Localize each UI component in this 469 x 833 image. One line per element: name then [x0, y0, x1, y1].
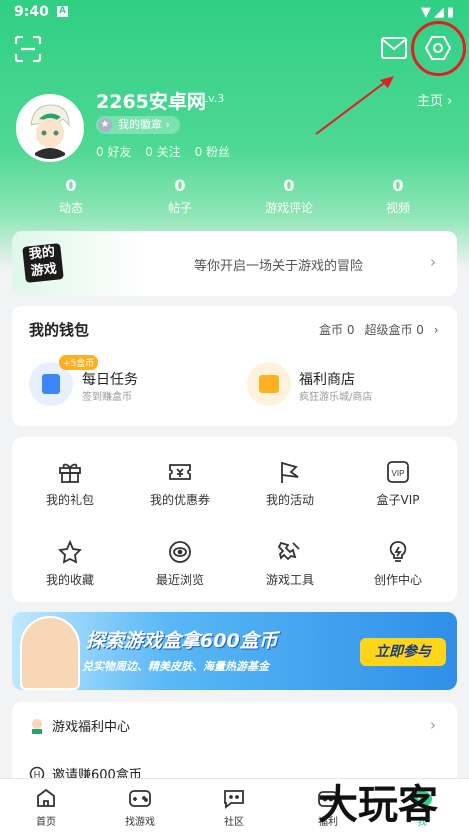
fans-count[interactable]: 0 粉丝	[195, 145, 230, 159]
chat-icon	[224, 790, 244, 809]
wallet-card: 我的钱包 盒币 0 超级盒币 0 › +5盒币 每日任务 签到赚盒币 福利商店 疯狂…	[12, 306, 457, 426]
banner-title: 探索游戏盒拿600盒币	[86, 630, 278, 652]
username: 2265安卓网	[96, 91, 206, 113]
annotation-arrow	[315, 76, 394, 135]
my-badge-button[interactable]: ★ 我的徽章 ›	[96, 116, 180, 134]
stats-row: 0 动态 0 帖子 0 游戏评论 0 视频	[0, 176, 469, 216]
tab-label: 社区	[224, 817, 244, 828]
tab-label: 首页	[36, 817, 56, 828]
homepage-link[interactable]: 主页 ›	[417, 90, 452, 109]
character-icon	[32, 719, 42, 734]
grid-item-vip[interactable]: VIP 盒子VIP	[348, 459, 448, 508]
welfare-shop-subtitle: 疯狂游乐城/商店	[299, 392, 373, 403]
tab-label: 找游戏	[125, 817, 155, 828]
vip-icon: VIP	[387, 461, 409, 483]
home-icon	[37, 788, 55, 807]
notification-a-icon: A	[57, 6, 68, 17]
stat-label: 帖子	[167, 201, 192, 215]
super-coin-balance: 超级盒币 0	[364, 323, 424, 337]
grid-item-recent[interactable]: 最近浏览	[130, 539, 230, 588]
badge-label: 我的徽章	[118, 118, 162, 131]
welfare-shop-title[interactable]: 福利商店	[299, 369, 355, 389]
stat-posts-feed[interactable]: 0 动态	[31, 176, 111, 216]
my-games-card[interactable]: 我的游戏 等你开启一场关于游戏的冒险 ›	[12, 231, 457, 296]
grid-item-favorites[interactable]: 我的收藏	[20, 539, 120, 588]
chevron-right-icon: ›	[430, 253, 436, 271]
scan-icon[interactable]	[14, 35, 42, 63]
join-now-button[interactable]: 立即参与	[360, 638, 446, 666]
grid-label: 盒子VIP	[376, 493, 420, 507]
stat-value: 0	[65, 176, 77, 195]
shop-icon[interactable]	[247, 362, 291, 406]
daily-task-title[interactable]: 每日任务	[82, 369, 138, 389]
promo-banner[interactable]: 探索游戏盒拿600盒币 兑实物周边、精美皮肤、海量热游基金 立即参与	[12, 612, 457, 690]
tool-icon	[277, 541, 300, 561]
gamepad-icon	[129, 790, 151, 807]
stat-value: 0	[392, 176, 404, 195]
banner-character	[20, 616, 80, 690]
stat-label: 游戏评论	[264, 201, 313, 215]
list-item-welfare-center[interactable]: 游戏福利中心	[29, 716, 130, 735]
coupon-icon	[169, 464, 191, 480]
task-bonus-badge: +5盒币	[59, 355, 99, 370]
grid-label: 我的优惠券	[149, 493, 210, 507]
stat-label: 动态	[58, 201, 83, 215]
watermark: 大玩客	[318, 781, 438, 828]
mail-icon[interactable]	[380, 36, 408, 60]
status-icons: ▼◢▮	[420, 5, 457, 20]
tab-home[interactable]: 首页	[11, 786, 81, 828]
tab-community[interactable]: 社区	[199, 786, 269, 828]
my-games-slogan: 等你开启一场关于游戏的冒险	[194, 259, 364, 274]
user-level: Lv.3	[202, 92, 225, 105]
grid-item-gifts[interactable]: 我的礼包	[20, 459, 120, 508]
banner-subtitle: 兑实物周边、精美皮肤、海量热游基金	[82, 660, 269, 673]
chevron-right-icon: ›	[447, 94, 453, 109]
grid-label: 创作中心	[373, 573, 422, 587]
stat-label: 视频	[385, 201, 410, 215]
avatar-image	[19, 97, 81, 159]
svg-text:VIP: VIP	[392, 469, 405, 478]
stat-value: 0	[174, 176, 186, 195]
stat-videos[interactable]: 0 视频	[358, 176, 438, 216]
flag-icon	[281, 462, 299, 483]
daily-task-subtitle: 签到赚盒币	[82, 392, 132, 403]
grid-label: 最近浏览	[155, 573, 204, 587]
badge-star-icon: ★	[98, 118, 112, 132]
grid-item-activities[interactable]: 我的活动	[240, 459, 340, 508]
avatar[interactable]	[16, 94, 84, 162]
feature-grid: 我的礼包 我的优惠券 我的活动 VIP 盒子VIP 我的收藏 最近浏览 游戏工具…	[12, 437, 457, 602]
my-games-logo: 我的游戏	[22, 243, 64, 283]
stat-game-reviews[interactable]: 0 游戏评论	[249, 176, 329, 216]
status-bar: 9:40 A ▼◢▮	[0, 0, 469, 26]
social-counts: 0 好友 0 关注 0 粉丝	[96, 143, 240, 160]
wallet-title: 我的钱包	[29, 321, 90, 339]
grid-label: 游戏工具	[265, 573, 314, 587]
homepage-label: 主页	[417, 94, 444, 109]
star-icon	[58, 539, 82, 564]
friends-count[interactable]: 0 好友	[96, 145, 131, 159]
list-label: 游戏福利中心	[52, 720, 131, 735]
wallet-balance[interactable]: 盒币 0 超级盒币 0 ›	[319, 321, 439, 338]
annotation-circle	[411, 21, 466, 76]
grid-label: 我的活动	[265, 493, 314, 507]
bulb-icon	[389, 541, 407, 562]
grid-item-coupons[interactable]: 我的优惠券	[130, 459, 230, 508]
following-count[interactable]: 0 关注	[145, 145, 180, 159]
grid-label: 我的礼包	[45, 493, 94, 507]
stat-value: 0	[283, 176, 295, 195]
chevron-right-icon: ›	[430, 716, 436, 734]
tab-find-games[interactable]: 找游戏	[105, 786, 175, 828]
gift-icon	[59, 463, 81, 483]
status-time: 9:40	[14, 4, 49, 20]
coin-balance: 盒币 0	[319, 323, 355, 337]
menu-list: 游戏福利中心 › H 邀请赚600盒币	[12, 702, 457, 783]
grid-item-tools[interactable]: 游戏工具	[240, 539, 340, 588]
eye-icon	[169, 541, 191, 563]
stat-threads[interactable]: 0 帖子	[140, 176, 220, 216]
grid-item-creator[interactable]: 创作中心	[348, 539, 448, 588]
grid-label: 我的收藏	[45, 573, 94, 587]
